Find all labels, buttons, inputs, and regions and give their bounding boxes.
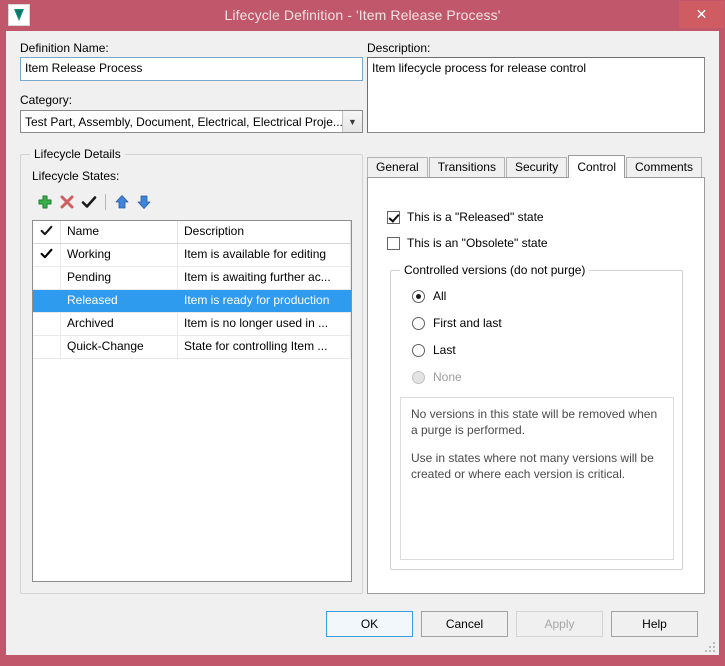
close-button[interactable]: ✕ (679, 1, 724, 28)
row-state-description: Item is no longer used in ... (178, 313, 351, 335)
radio-label-none: None (433, 370, 462, 384)
tab-control[interactable]: Control (568, 155, 625, 178)
radio-label-all: All (433, 289, 447, 303)
row-state-name: Archived (61, 313, 178, 335)
cancel-button[interactable]: Cancel (421, 611, 508, 637)
tab-general[interactable]: General (367, 157, 428, 177)
radio-circle-all (412, 289, 425, 303)
row-default-checkmark[interactable] (33, 244, 61, 266)
help-button[interactable]: Help (611, 611, 698, 637)
title-bar: Lifecycle Definition - 'Item Release Pro… (0, 0, 725, 31)
radio-label-first-and-last: First and last (433, 316, 502, 330)
lifecycle-details-title: Lifecycle Details (30, 147, 125, 161)
row-state-description: Item is ready for production (178, 290, 351, 312)
table-row[interactable]: Working Item is available for editing (33, 244, 351, 267)
row-state-description: State for controlling Item ... (178, 336, 351, 358)
radio-circle-first-and-last (412, 316, 425, 330)
tab-transitions[interactable]: Transitions (428, 157, 505, 177)
tab-security[interactable]: Security (505, 157, 568, 177)
radio-label-last: Last (433, 343, 456, 357)
list-rows: Working Item is available for editing Pend… (33, 244, 351, 359)
list-header: Name Description (33, 221, 351, 244)
row-default-checkmark[interactable] (33, 267, 61, 289)
ok-button[interactable]: OK (326, 611, 413, 637)
dialog-body: Definition Name: Item Release Process Ca… (6, 31, 719, 655)
released-state-label: This is a "Released" state (407, 210, 544, 224)
definition-name-label: Definition Name: (20, 41, 109, 55)
category-combobox[interactable]: Test Part, Assembly, Document, Electrica… (20, 110, 363, 133)
definition-name-input[interactable]: Item Release Process (20, 57, 363, 81)
lifecycle-definition-dialog: Lifecycle Definition - 'Item Release Pro… (0, 0, 725, 666)
radio-last[interactable]: Last (412, 343, 456, 357)
row-state-name: Pending (61, 267, 178, 289)
row-state-name: Working (61, 244, 178, 266)
set-default-state-button[interactable] (78, 191, 100, 213)
controlled-versions-group: Controlled versions (do not purge) All F… (390, 263, 683, 570)
chevron-down-icon[interactable]: ▼ (342, 111, 362, 132)
resize-grip[interactable] (703, 640, 715, 652)
vault-v-icon (8, 4, 30, 26)
row-state-description: Item is awaiting further ac... (178, 267, 351, 289)
info-paragraph-1: No versions in this state will be remove… (411, 407, 658, 437)
category-value: Test Part, Assembly, Document, Electrica… (25, 114, 342, 129)
lifecycle-states-list[interactable]: Name Description Working Item is availabl… (32, 220, 352, 582)
lifecycle-states-label: Lifecycle States: (32, 169, 120, 183)
add-state-button[interactable] (34, 191, 56, 213)
tab-comments[interactable]: Comments (626, 157, 703, 177)
description-label: Description: (367, 41, 431, 55)
checkbox-box-obsolete (387, 236, 400, 250)
move-down-button[interactable] (133, 191, 155, 213)
obsolete-state-label: This is an "Obsolete" state (407, 236, 548, 250)
radio-circle-none (412, 370, 425, 384)
controlled-versions-info: No versions in this state will be remove… (400, 397, 674, 560)
row-default-checkmark[interactable] (33, 336, 61, 358)
column-header-name[interactable]: Name (61, 221, 178, 243)
radio-all[interactable]: All (412, 289, 446, 303)
row-state-name: Released (61, 290, 178, 312)
category-label: Category: (20, 93, 73, 107)
obsolete-state-checkbox[interactable]: This is an "Obsolete" state (387, 236, 548, 250)
radio-none: None (412, 370, 462, 384)
table-row[interactable]: Quick-Change State for controlling Item .… (33, 336, 351, 359)
tabstrip: General Transitions Security Control Com… (367, 154, 703, 178)
released-state-checkbox[interactable]: This is a "Released" state (387, 210, 544, 224)
description-textarea[interactable]: Item lifecycle process for release contr… (367, 57, 705, 133)
info-paragraph-2: Use in states where not many versions wi… (411, 451, 654, 481)
row-state-name: Quick-Change (61, 336, 178, 358)
lifecycle-states-toolbar (34, 191, 155, 213)
table-row[interactable]: Pending Item is awaiting further ac... (33, 267, 351, 290)
row-default-checkmark[interactable] (33, 313, 61, 335)
radio-first-and-last[interactable]: First and last (412, 316, 502, 330)
row-default-checkmark[interactable] (33, 290, 61, 312)
apply-button: Apply (516, 611, 603, 637)
delete-state-button[interactable] (56, 191, 78, 213)
move-up-button[interactable] (111, 191, 133, 213)
column-header-check[interactable] (33, 221, 61, 243)
column-header-description[interactable]: Description (178, 221, 351, 243)
window-title: Lifecycle Definition - 'Item Release Pro… (224, 7, 501, 23)
toolbar-separator (105, 194, 106, 210)
controlled-versions-title: Controlled versions (do not purge) (400, 263, 590, 277)
radio-circle-last (412, 343, 425, 357)
table-row[interactable]: Released Item is ready for production (33, 290, 351, 313)
row-state-description: Item is available for editing (178, 244, 351, 266)
control-tab-panel: This is a "Released" state This is an "O… (367, 177, 705, 594)
table-row[interactable]: Archived Item is no longer used in ... (33, 313, 351, 336)
checkbox-box-released (387, 210, 400, 224)
